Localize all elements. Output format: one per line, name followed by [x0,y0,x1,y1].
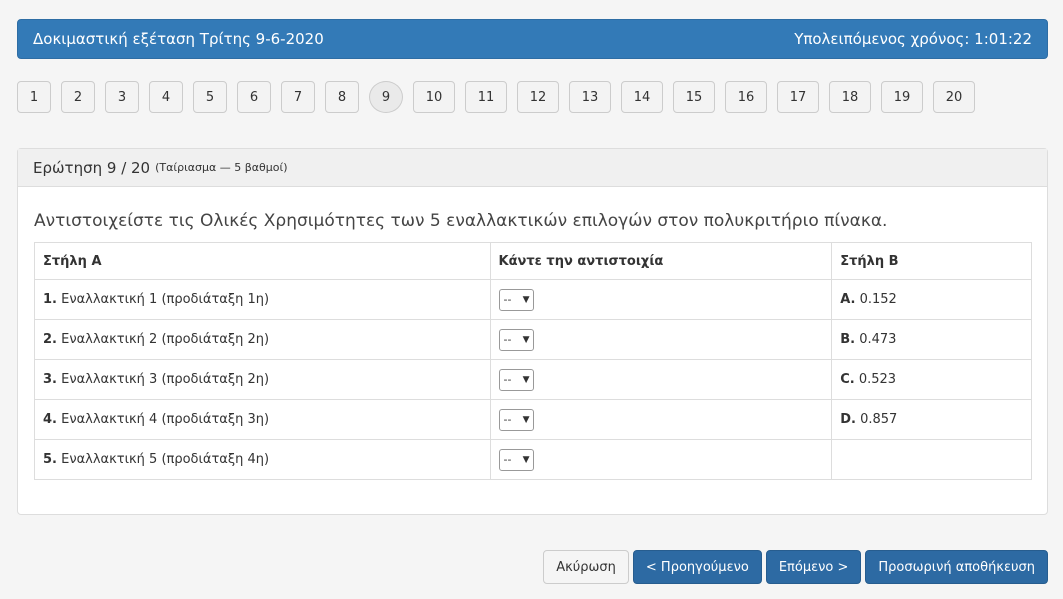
item-text: Εναλλακτική 2 (προδιάταξη 2η) [61,332,270,347]
question-nav-button-7[interactable]: 7 [281,81,315,113]
question-nav-button-18[interactable]: 18 [829,81,871,113]
question-nav-button-4[interactable]: 4 [149,81,183,113]
column-a-cell: 2. Εναλλακτική 2 (προδιάταξη 2η) [34,319,491,360]
table-header-row: Στήλη Α Κάντε την αντιστοιχία Στήλη Β [34,242,1032,280]
item-text: Εναλλακτική 4 (προδιάταξη 3η) [61,412,270,427]
question-number: Ερώτηση 9 / 20 [33,158,151,177]
table-row: 5. Εναλλακτική 5 (προδιάταξη 4η) -- ▼ [34,439,1032,480]
match-select-value: -- [503,453,512,466]
option-key: C. [840,372,855,387]
match-cell: -- ▼ [489,439,833,480]
question-nav-button-12[interactable]: 12 [517,81,559,113]
table-row: 3. Εναλλακτική 3 (προδιάταξη 2η) -- ▼ C. 0.… [34,359,1032,400]
matching-table: Στήλη Α Κάντε την αντιστοιχία Στήλη Β 1.… [34,242,1032,480]
column-b-cell: B. 0.473 [831,319,1032,360]
match-column-header: Κάντε την αντιστοιχία [489,242,833,280]
item-number: 3. [43,372,57,387]
match-cell: -- ▼ [489,359,833,400]
option-value: 0.857 [860,412,898,427]
column-a-header: Στήλη Α [34,242,491,280]
question-nav-button-16[interactable]: 16 [725,81,767,113]
item-text: Εναλλακτική 1 (προδιάταξη 1η) [61,292,270,307]
option-key: D. [840,412,856,427]
chevron-down-icon: ▼ [522,294,530,305]
match-select-value: -- [503,293,512,306]
match-cell: -- ▼ [489,279,833,320]
question-navigation: 1 2 3 4 5 6 7 8 9 10 11 12 13 14 15 16 17 18 19 20 [17,80,985,114]
remaining-time-label: Υπολειπόμενος χρόνος: [794,30,970,48]
column-b-cell: C. 0.523 [831,359,1032,400]
question-nav-button-5[interactable]: 5 [193,81,227,113]
chevron-down-icon: ▼ [522,334,530,345]
match-cell: -- ▼ [489,399,833,440]
item-number: 2. [43,332,57,347]
match-select[interactable]: -- ▼ [498,328,534,351]
question-nav-button-3[interactable]: 3 [105,81,139,113]
exam-header: Δοκιμαστική εξέταση Τρίτης 9-6-2020 Υπολ… [17,19,1048,59]
question-nav-button-17[interactable]: 17 [777,81,819,113]
table-row: 1. Εναλλακτική 1 (προδιάταξη 1η) -- ▼ A. 0.… [34,279,1032,320]
question-nav-button-15[interactable]: 15 [673,81,715,113]
option-value: 0.152 [859,292,897,307]
column-b-cell [831,439,1032,480]
remaining-time: Υπολειπόμενος χρόνος: 1:01:22 [794,30,1032,48]
column-a-cell: 1. Εναλλακτική 1 (προδιάταξη 1η) [34,279,491,320]
footer-buttons: Ακύρωση < Προηγούμενο Επόμενο > Προσωριν… [543,550,1048,584]
question-panel: Ερώτηση 9 / 20 (Ταίριασμα — 5 βαθμοί) Αν… [17,148,1048,515]
question-nav-button-10[interactable]: 10 [413,81,455,113]
chevron-down-icon: ▼ [522,414,530,425]
match-select[interactable]: -- ▼ [498,448,534,471]
item-number: 1. [43,292,57,307]
item-number: 5. [43,452,57,467]
match-select-value: -- [503,373,512,386]
question-nav-button-13[interactable]: 13 [569,81,611,113]
table-row: 4. Εναλλακτική 4 (προδιάταξη 3η) -- ▼ D. 0.… [34,399,1032,440]
column-b-cell: A. 0.152 [831,279,1032,320]
next-button[interactable]: Επόμενο > [765,550,862,584]
option-value: 0.523 [858,372,897,387]
column-b-cell: D. 0.857 [831,399,1032,440]
column-a-cell: 3. Εναλλακτική 3 (προδιάταξη 2η) [34,359,491,400]
question-nav-button-1[interactable]: 1 [17,81,51,113]
table-row: 2. Εναλλακτική 2 (προδιάταξη 2η) -- ▼ B. 0.… [34,319,1032,360]
column-a-cell: 5. Εναλλακτική 5 (προδιάταξη 4η) [34,439,491,480]
question-nav-button-2[interactable]: 2 [61,81,95,113]
column-a-cell: 4. Εναλλακτική 4 (προδιάταξη 3η) [34,399,491,440]
match-cell: -- ▼ [489,319,833,360]
question-nav-button-6[interactable]: 6 [237,81,271,113]
item-text: Εναλλακτική 5 (προδιάταξη 4η) [61,452,270,467]
option-key: B. [840,332,856,347]
question-nav-button-8[interactable]: 8 [325,81,359,113]
question-nav-button-11[interactable]: 11 [465,81,507,113]
chevron-down-icon: ▼ [522,454,530,465]
column-b-header: Στήλη Β [831,242,1032,280]
item-text: Εναλλακτική 3 (προδιάταξη 2η) [61,372,270,387]
match-select-value: -- [503,413,512,426]
exam-title: Δοκιμαστική εξέταση Τρίτης 9-6-2020 [33,30,324,48]
chevron-down-icon: ▼ [522,374,530,385]
question-type: (Ταίριασμα — 5 βαθμοί) [155,161,288,174]
question-heading: Ερώτηση 9 / 20 (Ταίριασμα — 5 βαθμοί) [18,149,1047,187]
remaining-time-value: 1:01:22 [974,30,1032,48]
match-select[interactable]: -- ▼ [498,408,534,431]
cancel-button[interactable]: Ακύρωση [543,550,629,584]
question-nav-button-20[interactable]: 20 [933,81,975,113]
save-draft-button[interactable]: Προσωρινή αποθήκευση [865,550,1048,584]
match-select-value: -- [503,333,512,346]
question-nav-button-9[interactable]: 9 [369,81,403,113]
item-number: 4. [43,412,57,427]
option-value: 0.473 [859,332,897,347]
question-nav-button-19[interactable]: 19 [881,81,923,113]
match-select[interactable]: -- ▼ [498,288,534,311]
question-text: Αντιστοιχείστε τις Ολικές Χρησιμότητες τ… [34,211,888,231]
match-select[interactable]: -- ▼ [498,368,534,391]
option-key: A. [840,292,856,307]
previous-button[interactable]: < Προηγούμενο [632,550,762,584]
question-nav-button-14[interactable]: 14 [621,81,663,113]
